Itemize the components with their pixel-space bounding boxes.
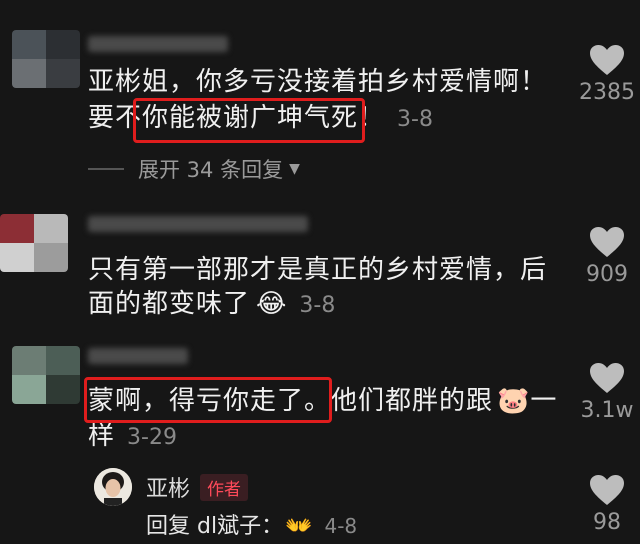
pig-emoji-icon: 🐷 (497, 386, 531, 416)
like-button[interactable]: 909 (572, 226, 640, 287)
like-button[interactable]: 3.1w (572, 362, 640, 423)
username-blurred[interactable] (88, 216, 308, 232)
comment-date: 3-29 (127, 425, 177, 450)
like-count: 909 (586, 262, 628, 287)
like-count: 2385 (579, 80, 635, 105)
comment-text-segment: 面的都变味了 (88, 289, 251, 319)
chevron-down-icon: ▼ (289, 161, 300, 177)
comment-date: 3-8 (299, 293, 336, 318)
highlight-box (84, 377, 332, 423)
comment-text-line: 面的都变味了 😂 3-8 (88, 284, 335, 326)
heart-icon (590, 45, 624, 75)
highlight-box (133, 98, 365, 143)
username-blurred[interactable] (88, 348, 188, 364)
face-icon (94, 468, 132, 506)
reply-text-segment: 回复 dl斌子： (146, 514, 284, 539)
author-badge: 作者 (200, 474, 248, 501)
author-avatar[interactable] (94, 468, 132, 506)
like-button[interactable]: 2385 (572, 44, 640, 105)
heart-icon (590, 363, 624, 393)
like-count: 98 (593, 510, 621, 535)
avatar[interactable] (12, 30, 80, 88)
expand-replies-button[interactable]: 展开 34 条回复 ▼ (88, 154, 300, 184)
like-count: 3.1w (580, 398, 634, 423)
comment-text-segment: 一 (530, 386, 558, 416)
reply-text: 回复 dl斌子：👐 4-8 (146, 508, 357, 540)
heart-icon (590, 475, 624, 505)
comment-date: 3-8 (397, 107, 433, 132)
author-name[interactable]: 亚彬 (146, 471, 190, 503)
expand-replies-label: 展开 34 条回复 (138, 158, 284, 182)
like-button[interactable]: 98 (572, 474, 640, 535)
hands-emoji-icon: 👐 (285, 514, 313, 539)
avatar[interactable] (0, 214, 68, 272)
heart-icon (590, 227, 624, 257)
reply-date: 4-8 (324, 514, 358, 538)
divider-dash (88, 168, 124, 170)
avatar[interactable] (12, 346, 80, 404)
laughing-emoji-icon: 😂 (256, 289, 288, 319)
username-blurred[interactable] (88, 36, 228, 52)
comment-text-segment: 样 (88, 421, 116, 451)
comment-text-line: 亚彬姐，你多亏没接着拍乡村爱情啊！ (88, 67, 548, 97)
